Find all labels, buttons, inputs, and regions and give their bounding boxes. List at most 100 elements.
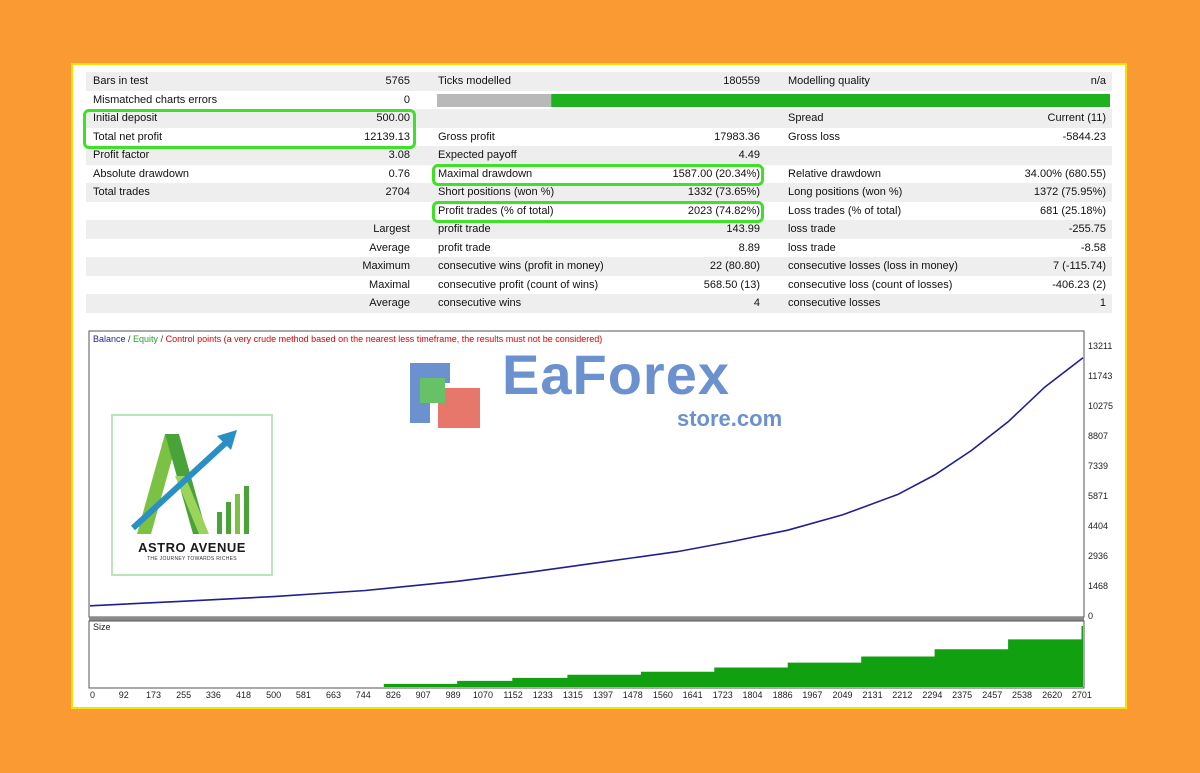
- report-cell-label: Long positions (won %): [788, 186, 903, 198]
- x-tick-label: 2212: [892, 690, 912, 700]
- report-row: Mismatched charts errors 0: [86, 91, 1112, 110]
- x-tick-label: 1641: [683, 690, 703, 700]
- report-cell-value: -5844.23: [1062, 130, 1106, 143]
- report-row: Average profit trade 8.89 loss trade -8.58: [86, 239, 1112, 258]
- astro-avenue-logo: ASTRO AVENUE THE JOURNEY TOWARDS RICHES: [111, 414, 273, 576]
- report-cell-value: Average: [369, 297, 410, 309]
- report-cell-value: 4.49: [738, 149, 760, 161]
- y-tick-label: 1468: [1088, 581, 1108, 591]
- report-cell-label: loss trade: [788, 223, 836, 235]
- report-cell-value: -255.75: [1068, 223, 1106, 235]
- report-cell-label: Bars in test: [93, 75, 149, 87]
- x-tick-label: 1560: [653, 690, 673, 700]
- report-cell-value: 143.99: [726, 223, 760, 235]
- x-tick-label: 1723: [713, 690, 733, 700]
- y-tick-label: 11743: [1088, 371, 1112, 381]
- x-tick-label: 255: [176, 690, 191, 700]
- report-cell-value: -8.58: [1080, 241, 1106, 254]
- report-cell-value: n/a: [1090, 75, 1106, 87]
- x-tick-label: 336: [206, 690, 221, 700]
- report-cell-label: consecutive loss (count of losses): [788, 278, 953, 291]
- y-tick-label: 7339: [1088, 461, 1108, 471]
- report-cell-value: 8.89: [738, 241, 760, 254]
- report-cell-value: 34.00% (680.55): [1024, 167, 1106, 180]
- report-row: Bars in test 5765 Ticks modelled 180559 Mode…: [86, 72, 1112, 91]
- x-tick-label: 1397: [593, 690, 613, 700]
- logo-brand-text: ASTRO AVENUE: [138, 540, 246, 555]
- report-cell-value: 180559: [723, 75, 760, 87]
- report-cell-value: Current (11): [1047, 112, 1106, 124]
- report-cell-value: Average: [369, 241, 410, 254]
- watermark-sub-text: store.com: [677, 406, 783, 431]
- y-tick-label: 2936: [1088, 551, 1108, 561]
- logo-mark-icon: [130, 430, 249, 534]
- x-tick-label: 2375: [952, 690, 972, 700]
- watermark-main-text: EaForex: [502, 343, 730, 406]
- x-tick-label: 581: [296, 690, 311, 700]
- x-tick-label: 2701: [1072, 690, 1092, 700]
- x-tick-label: 1152: [503, 690, 522, 700]
- x-tick-label: 744: [356, 690, 371, 700]
- x-tick-label: 663: [326, 690, 341, 700]
- report-cell-value: Largest: [373, 223, 410, 235]
- report-cell-label: Mismatched charts errors: [93, 93, 218, 106]
- report-cell-label: consecutive profit (count of wins): [438, 278, 599, 291]
- report-cell-value: 5765: [385, 75, 410, 87]
- report-cell-label: consecutive wins (profit in money): [438, 260, 604, 272]
- report-cell-value: Maximal: [369, 278, 410, 291]
- legend-equity: Equity: [133, 334, 159, 344]
- x-tick-label: 907: [416, 690, 431, 700]
- report-cell-value: 2704: [385, 186, 410, 198]
- report-cell-value: 4: [753, 297, 760, 309]
- highlight-maximal-drawdown: [432, 164, 764, 186]
- x-tick-label: 500: [266, 690, 281, 700]
- x-tick-label: 92: [119, 690, 129, 700]
- report-cell-label: profit trade: [438, 241, 491, 254]
- x-tick-label: 2049: [832, 690, 852, 700]
- x-tick-label: 173: [146, 690, 161, 700]
- x-tick-label: 1233: [533, 690, 553, 700]
- report-cell-value: 22 (80.80): [709, 260, 760, 272]
- legend-balance: Balance: [93, 334, 126, 344]
- report-cell-label: consecutive wins: [438, 297, 522, 309]
- y-tick-label: 0: [1088, 611, 1093, 621]
- report-cell-label: loss trade: [788, 241, 836, 254]
- report-cell-value: 0.76: [388, 167, 410, 180]
- report-cell-value: 568.50 (13): [703, 278, 760, 291]
- report-cell-label: consecutive losses: [788, 297, 881, 309]
- report-cell-value: 17983.36: [714, 130, 760, 143]
- report-cell-value: 3.08: [388, 149, 410, 161]
- report-cell-label: Loss trades (% of total): [788, 204, 902, 217]
- highlight-deposit-profit: [83, 109, 416, 149]
- x-tick-label: 1804: [742, 690, 762, 700]
- report-cell-value: 1372 (75.95%): [1033, 186, 1106, 198]
- modelling-quality-bar: [437, 93, 1110, 107]
- report-cell-label: Short positions (won %): [438, 186, 555, 198]
- report-cell-value: 0: [403, 93, 410, 106]
- report-cell-value: Maximum: [362, 260, 410, 272]
- y-tick-label: 13211: [1088, 341, 1112, 351]
- chart-divider: [89, 617, 1084, 621]
- x-tick-label: 418: [236, 690, 251, 700]
- y-tick-label: 10275: [1088, 401, 1113, 411]
- report-cell-label: Total trades: [93, 186, 150, 198]
- report-cell-label: consecutive losses (loss in money): [788, 260, 958, 272]
- report-cell-value: 7 (-115.74): [1053, 260, 1106, 272]
- y-tick-label: 5871: [1088, 491, 1108, 501]
- x-tick-label: 826: [386, 690, 401, 700]
- highlight-profit-trades: [432, 201, 764, 223]
- report-cell-label: Gross profit: [438, 130, 495, 143]
- x-tick-label: 1886: [773, 690, 793, 700]
- report-cell-label: Ticks modelled: [438, 75, 511, 87]
- report-row: Maximum consecutive wins (profit in money…: [86, 257, 1112, 276]
- x-tick-label: 2620: [1042, 690, 1062, 700]
- x-tick-label: 989: [446, 690, 461, 700]
- report-cell-label: Expected payoff: [438, 149, 517, 161]
- report-row: Maximal consecutive profit (count of wins…: [86, 276, 1112, 295]
- report-cell-label: Modelling quality: [788, 75, 870, 87]
- report-cell-label: Spread: [788, 112, 824, 124]
- size-label: Size: [93, 622, 111, 632]
- x-tick-label: 0: [90, 690, 95, 700]
- report-cell-value: -406.23 (2): [1052, 278, 1106, 291]
- x-tick-label: 2294: [922, 690, 942, 700]
